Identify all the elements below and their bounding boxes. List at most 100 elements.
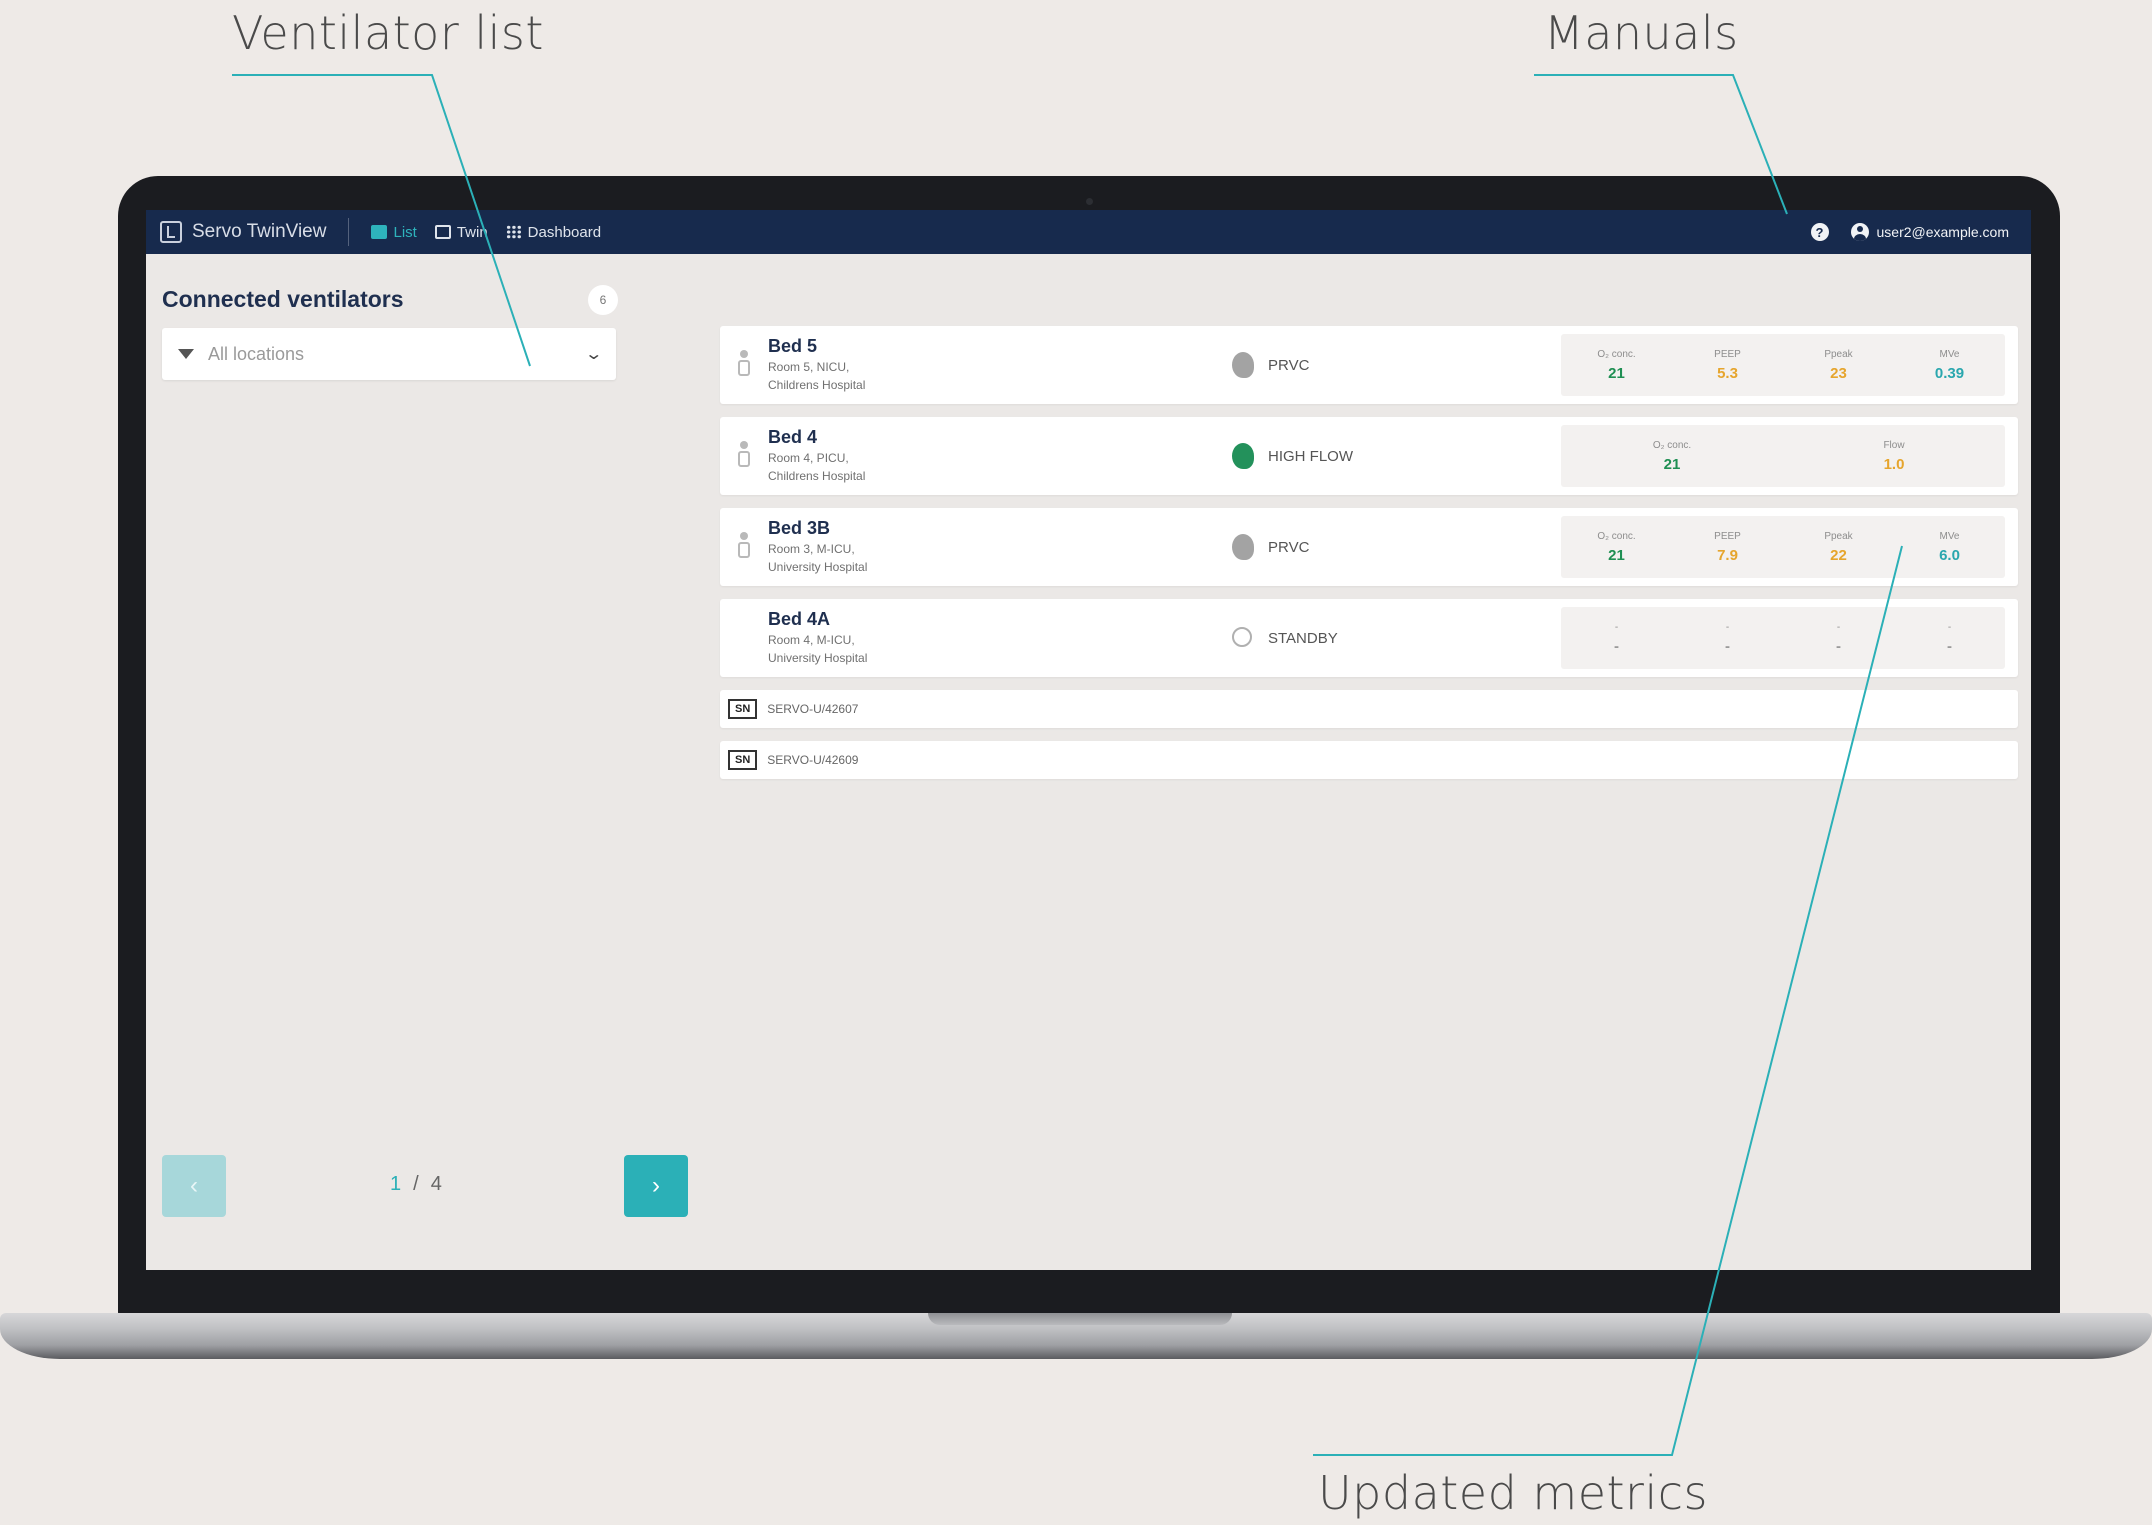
metric-label: Flow [1883, 439, 1905, 451]
laptop-hinge-notch [928, 1313, 1232, 1325]
metrics-panel: O₂ conc. 21 Flow 1.0 [1561, 425, 2005, 487]
nav-list[interactable]: List [371, 223, 417, 241]
bed-name: Bed 4 [768, 427, 818, 447]
bed-name: Bed 3B [768, 518, 831, 538]
metric-label: MVe [1939, 530, 1960, 542]
twin-icon [434, 225, 451, 239]
ventilation-mode: HIGH FLOW [1268, 448, 1353, 465]
metric-value: 1.0 [1883, 455, 1905, 473]
ventilator-list: Bed 5 Room 5, NICU, Childrens Hospital P… [720, 326, 2018, 792]
ventilator-card-bed-4a[interactable]: Bed 4A Room 4, M-ICU, University Hospita… [720, 599, 2018, 677]
nav-list-label: List [393, 223, 417, 241]
metric-value: 21 [1608, 364, 1625, 382]
metric-value: - [1836, 637, 1841, 655]
ventilator-serial-row[interactable]: SN SERVO-U/42607 [720, 690, 2018, 728]
ventilation-mode: PRVC [1268, 539, 1310, 556]
bed-hospital: University Hospital [768, 651, 868, 665]
metric-value: 7.9 [1717, 546, 1738, 564]
topbar-right: ? user2@example.com [1810, 223, 2010, 241]
metric-label: - [1836, 621, 1841, 633]
metric-peep: PEEP 7.9 [1672, 531, 1783, 564]
metric-value: 5.3 [1717, 364, 1738, 382]
metric-value: 21 [1608, 546, 1625, 564]
current-page: 1 [390, 1173, 402, 1195]
nav-twin-label: Twin [456, 223, 488, 241]
metrics-panel: - - - - - - - - [1561, 607, 2005, 669]
ventilator-card-bed-5[interactable]: Bed 5 Room 5, NICU, Childrens Hospital P… [720, 326, 2018, 404]
metric-label: - [1725, 621, 1730, 633]
nav-dashboard-label: Dashboard [527, 223, 602, 241]
metric-label: Ppeak [1824, 348, 1853, 360]
child-head-icon [1232, 443, 1254, 469]
webcam [1086, 198, 1093, 205]
bed-room: Room 4, PICU, [768, 451, 849, 465]
adult-head-icon [1232, 534, 1254, 560]
patient-icon [738, 532, 750, 560]
metric-mve: MVe 6.0 [1894, 531, 2005, 564]
bed-room: Room 3, M-ICU, [768, 542, 855, 556]
nav-twin[interactable]: Twin [434, 223, 488, 241]
ventilator-serial-row[interactable]: SN SERVO-U/42609 [720, 741, 2018, 779]
metric-value: 0.39 [1934, 364, 1965, 382]
next-page-button[interactable]: › [624, 1155, 688, 1217]
chevron-down-icon: ⌄ [583, 346, 603, 363]
annotation-updated-metrics: Updated metrics [1318, 1466, 1709, 1520]
dashboard-icon [505, 225, 522, 239]
bed-hospital: Childrens Hospital [768, 469, 866, 483]
brand[interactable]: Servo TwinView [160, 221, 326, 243]
metric-label: PEEP [1714, 348, 1741, 360]
location-filter-dropdown[interactable]: All locations ⌄ [162, 328, 616, 380]
metric-label: MVe [1939, 348, 1960, 360]
serial-number: SERVO-U/42607 [767, 702, 859, 716]
metric-flow: Flow 1.0 [1783, 440, 2005, 473]
metric-label: PEEP [1714, 530, 1741, 542]
annotation-manuals: Manuals [1544, 6, 1739, 60]
ventilator-card-bed-3b[interactable]: Bed 3B Room 3, M-ICU, University Hospita… [720, 508, 2018, 586]
neonate-head-icon [1232, 352, 1254, 378]
bed-hospital: Childrens Hospital [768, 378, 866, 392]
metric-o2: O₂ conc. 21 [1561, 531, 1672, 564]
metric-value: 22 [1830, 546, 1847, 564]
metric-ppeak: Ppeak 23 [1783, 349, 1894, 382]
serial-number-badge: SN [728, 750, 758, 770]
metric-label: Ppeak [1824, 530, 1853, 542]
filter-icon [178, 349, 194, 359]
metric-mve: MVe 0.39 [1894, 349, 2005, 382]
metrics-panel: O₂ conc. 21 PEEP 7.9 Ppeak 22 MVe 6.0 [1561, 516, 2005, 578]
metric-value: 23 [1830, 364, 1847, 382]
metric-label: O₂ conc. [1597, 530, 1636, 542]
bed-name: Bed 5 [768, 336, 818, 356]
serial-number-badge: SN [728, 699, 758, 719]
bed-room: Room 4, M-ICU, [768, 633, 855, 647]
patient-icon [738, 350, 750, 378]
location-filter-value: All locations [208, 343, 305, 364]
metric-label: - [1947, 621, 1952, 633]
metrics-panel: O₂ conc. 21 PEEP 5.3 Ppeak 23 MVe 0.39 [1561, 334, 2005, 396]
user-icon [1850, 223, 1869, 241]
metric-value: 21 [1663, 455, 1681, 473]
nav-dashboard[interactable]: Dashboard [505, 223, 602, 241]
bed-hospital: University Hospital [768, 560, 868, 574]
bed-room: Room 5, NICU, [768, 360, 850, 374]
metric-ppeak: Ppeak 22 [1783, 531, 1894, 564]
metric-o2: O₂ conc. 21 [1561, 349, 1672, 382]
user-email: user2@example.com [1876, 224, 2010, 240]
connected-ventilators-title: Connected ventilators [162, 286, 404, 312]
nav-divider [348, 218, 350, 246]
user-menu[interactable]: user2@example.com [1850, 223, 2010, 241]
page-separator: / [413, 1173, 419, 1195]
metric-value: - [1725, 637, 1730, 655]
metric-label: O₂ conc. [1597, 348, 1636, 360]
metric-empty: - - [1783, 622, 1894, 655]
metric-value: - [1947, 637, 1952, 655]
pagination-info: 1 / 4 [390, 1173, 442, 1196]
previous-page-button[interactable]: ‹ [162, 1155, 226, 1217]
ventilation-mode: STANDBY [1268, 630, 1338, 647]
ventilator-card-bed-4[interactable]: Bed 4 Room 4, PICU, Childrens Hospital H… [720, 417, 2018, 495]
metric-label: - [1614, 621, 1619, 633]
app-logo-icon [160, 221, 182, 243]
app-screen: Servo TwinView List Twin Dashboard ? use… [146, 210, 2031, 1270]
patient-icon [738, 441, 750, 469]
metric-peep: PEEP 5.3 [1672, 349, 1783, 382]
help-icon[interactable]: ? [1810, 223, 1829, 241]
